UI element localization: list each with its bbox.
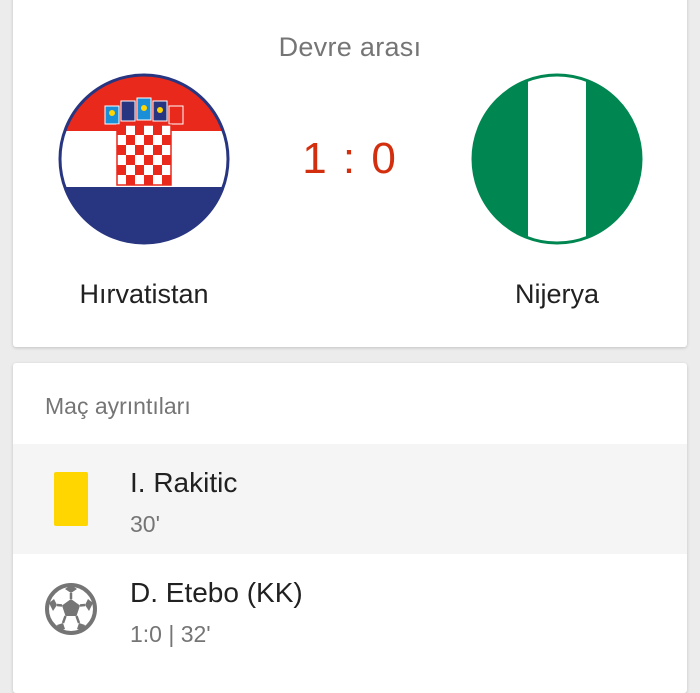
home-team-name[interactable]: Hırvatistan: [34, 279, 254, 310]
event-minute: 30': [130, 511, 160, 537]
details-title: Maç ayrıntıları: [45, 393, 191, 419]
away-team-name[interactable]: Nijerya: [447, 279, 667, 310]
match-status: Devre arası: [278, 32, 422, 62]
match-details-card: Maç ayrıntıları I. Rakitic 30' D. Etebo: [13, 363, 687, 693]
event-player: I. Rakitic: [130, 467, 238, 498]
event-player: D. Etebo (KK): [130, 577, 303, 608]
list-item[interactable]: I. Rakitic 30': [13, 444, 687, 554]
nigeria-flag-icon: [471, 73, 643, 245]
soccer-ball-icon: [43, 581, 99, 637]
list-item[interactable]: D. Etebo (KK) 1:0 | 32': [13, 554, 687, 664]
match-score-card: Devre arası 1: 0 Hırvatistan Nijerya: [13, 0, 687, 347]
event-minute: 1:0 | 32': [130, 621, 211, 647]
yellow-card-icon: [54, 472, 88, 526]
